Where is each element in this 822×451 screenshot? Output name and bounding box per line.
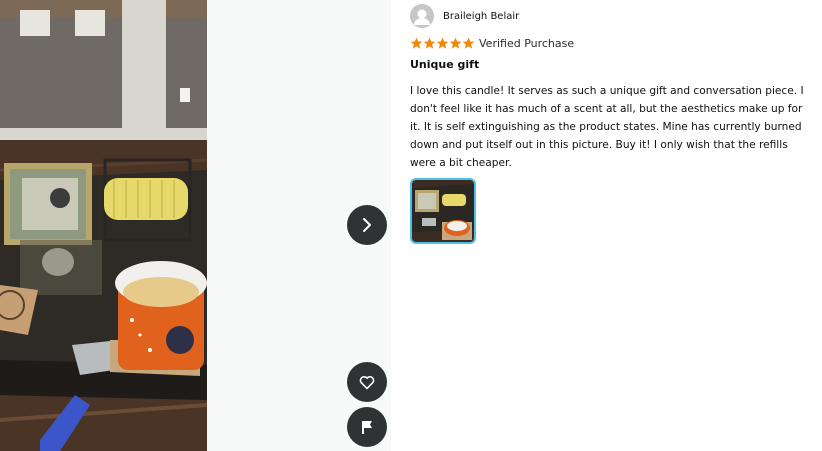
reviewer-name[interactable]: Braileigh Belair: [443, 11, 519, 22]
star-icon: [449, 37, 462, 49]
star-icon: [423, 37, 436, 49]
next-image-button[interactable]: [347, 205, 387, 245]
star-icon: [436, 37, 449, 49]
verified-purchase-badge: Verified Purchase: [479, 36, 575, 50]
reviewer-row: Braileigh Belair: [410, 3, 810, 29]
review-photo: [0, 0, 207, 451]
chevron-right-icon: [363, 218, 371, 232]
report-button[interactable]: [347, 407, 387, 447]
avatar: [410, 4, 434, 28]
star-icon: [410, 37, 423, 49]
thumbnail-photo: [412, 180, 474, 242]
flag-icon: [362, 421, 372, 434]
review-body: I love this candle! It serves as such a …: [410, 85, 804, 169]
review-title: Unique gift: [410, 58, 480, 71]
review-panel: Braileigh Belair Verified Purchase Uniqu…: [410, 3, 810, 244]
review-image-thumbnail[interactable]: [410, 178, 476, 244]
star-rating: [410, 37, 475, 50]
user-silhouette-icon: [410, 4, 434, 28]
rating-row: Verified Purchase: [410, 35, 810, 51]
star-icon: [462, 37, 475, 49]
like-button[interactable]: [347, 362, 387, 402]
heart-icon: [359, 375, 375, 389]
